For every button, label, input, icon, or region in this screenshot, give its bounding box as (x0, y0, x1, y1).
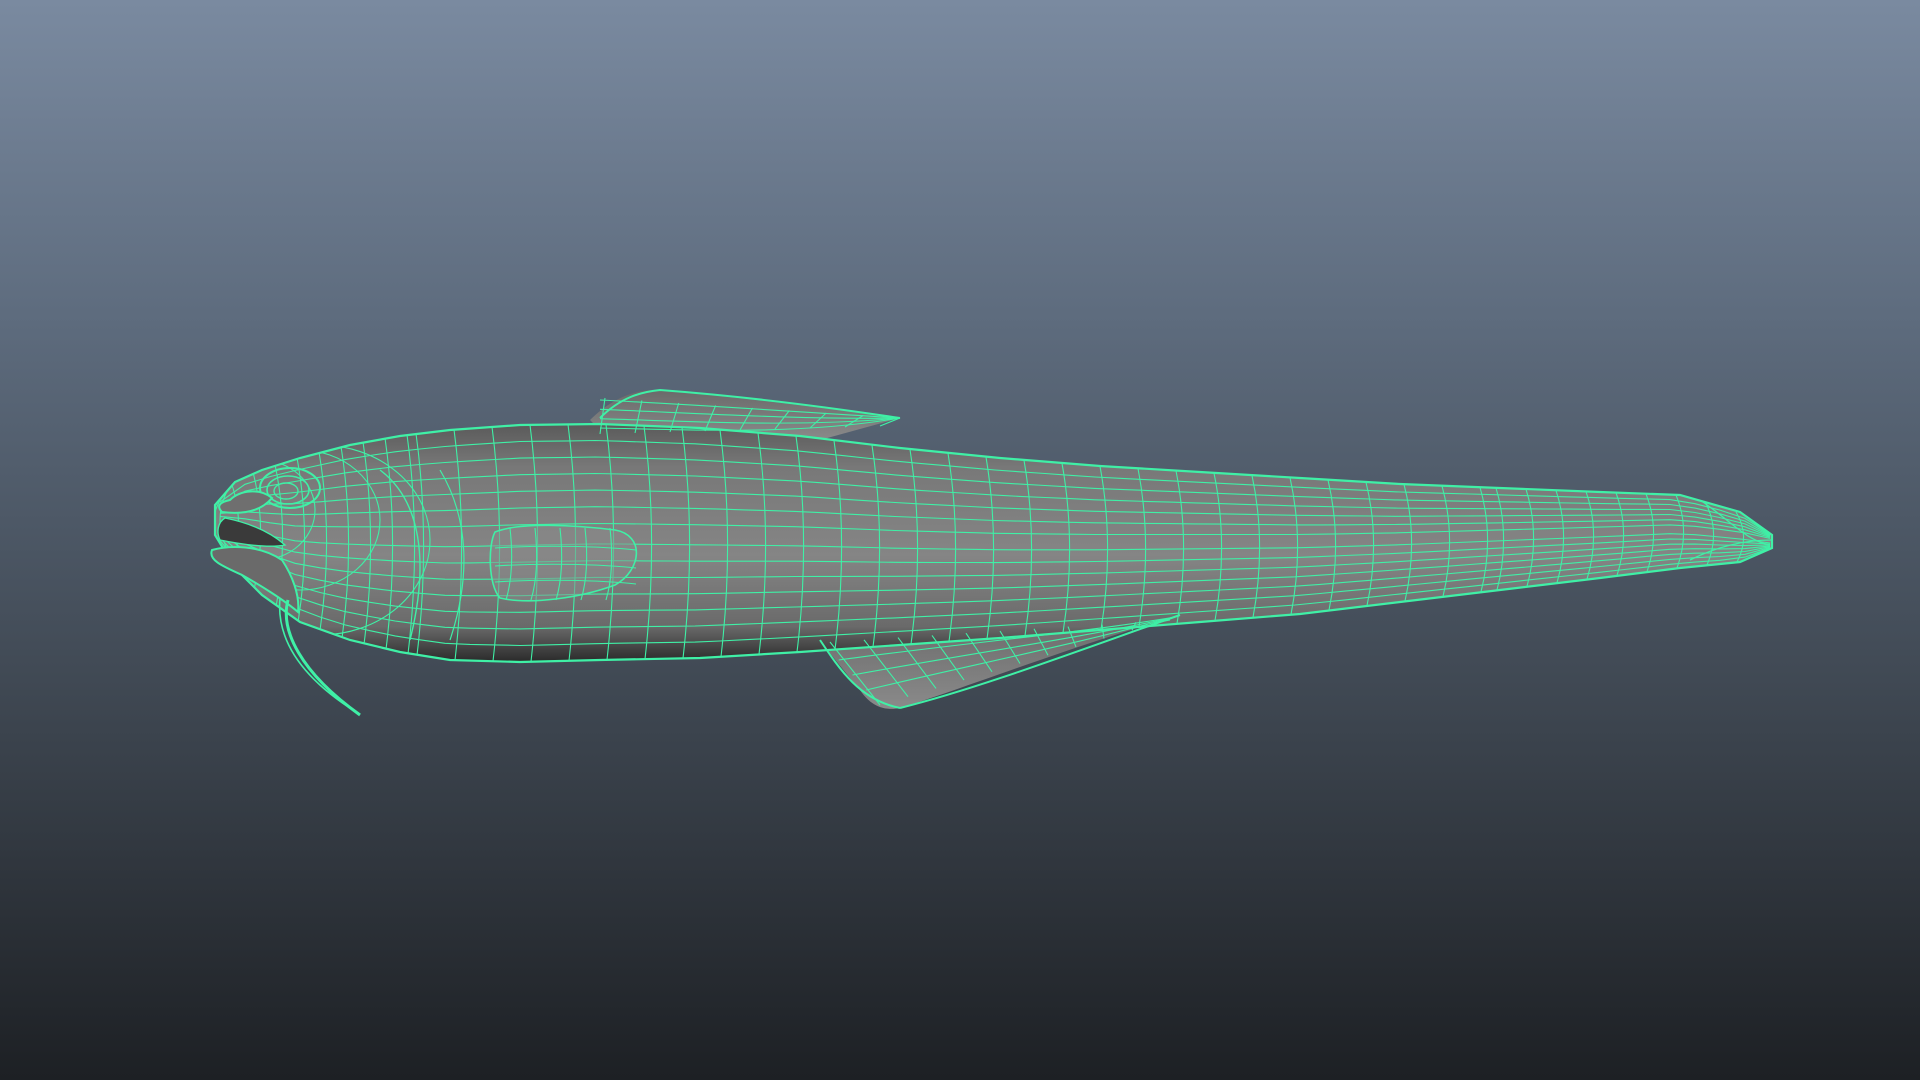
fish-model[interactable] (205, 388, 1774, 717)
viewport-scene (205, 388, 1774, 717)
3d-viewport[interactable] (0, 0, 1920, 1080)
